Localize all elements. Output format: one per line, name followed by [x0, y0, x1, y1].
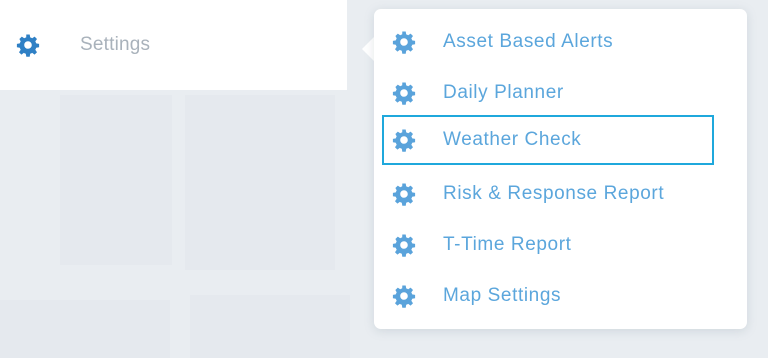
menu-item-risk-response-report[interactable]: Risk & Response Report — [382, 169, 714, 219]
settings-flyout-menu: Asset Based Alerts Daily Planner Weather… — [374, 9, 747, 329]
sidebar-item-settings[interactable]: Settings — [0, 0, 347, 90]
menu-item-label: Daily Planner — [443, 82, 564, 103]
background-panel — [185, 95, 335, 270]
background-panel — [60, 95, 172, 265]
gear-icon — [392, 284, 416, 308]
gear-icon — [392, 182, 416, 206]
background-panel — [0, 300, 170, 358]
menu-item-weather-check[interactable]: Weather Check — [382, 115, 714, 165]
menu-item-map-settings[interactable]: Map Settings — [382, 271, 714, 321]
menu-item-label: Asset Based Alerts — [443, 31, 614, 52]
menu-item-daily-planner[interactable]: Daily Planner — [382, 68, 714, 118]
menu-item-label: Risk & Response Report — [443, 183, 665, 204]
gear-icon — [392, 233, 416, 257]
menu-item-asset-based-alerts[interactable]: Asset Based Alerts — [382, 17, 714, 67]
background-panel — [190, 295, 350, 358]
gear-icon — [392, 128, 416, 152]
gear-icon — [392, 30, 416, 54]
menu-item-t-time-report[interactable]: T-Time Report — [382, 220, 714, 270]
gear-icon — [392, 81, 416, 105]
gear-icon — [16, 33, 40, 57]
menu-item-label: T-Time Report — [443, 234, 572, 255]
app-stage: Settings Asset Based Alerts Daily Planne… — [0, 0, 768, 358]
sidebar-item-label: Settings — [80, 34, 151, 55]
menu-item-label: Weather Check — [443, 129, 582, 150]
menu-item-label: Map Settings — [443, 285, 562, 306]
